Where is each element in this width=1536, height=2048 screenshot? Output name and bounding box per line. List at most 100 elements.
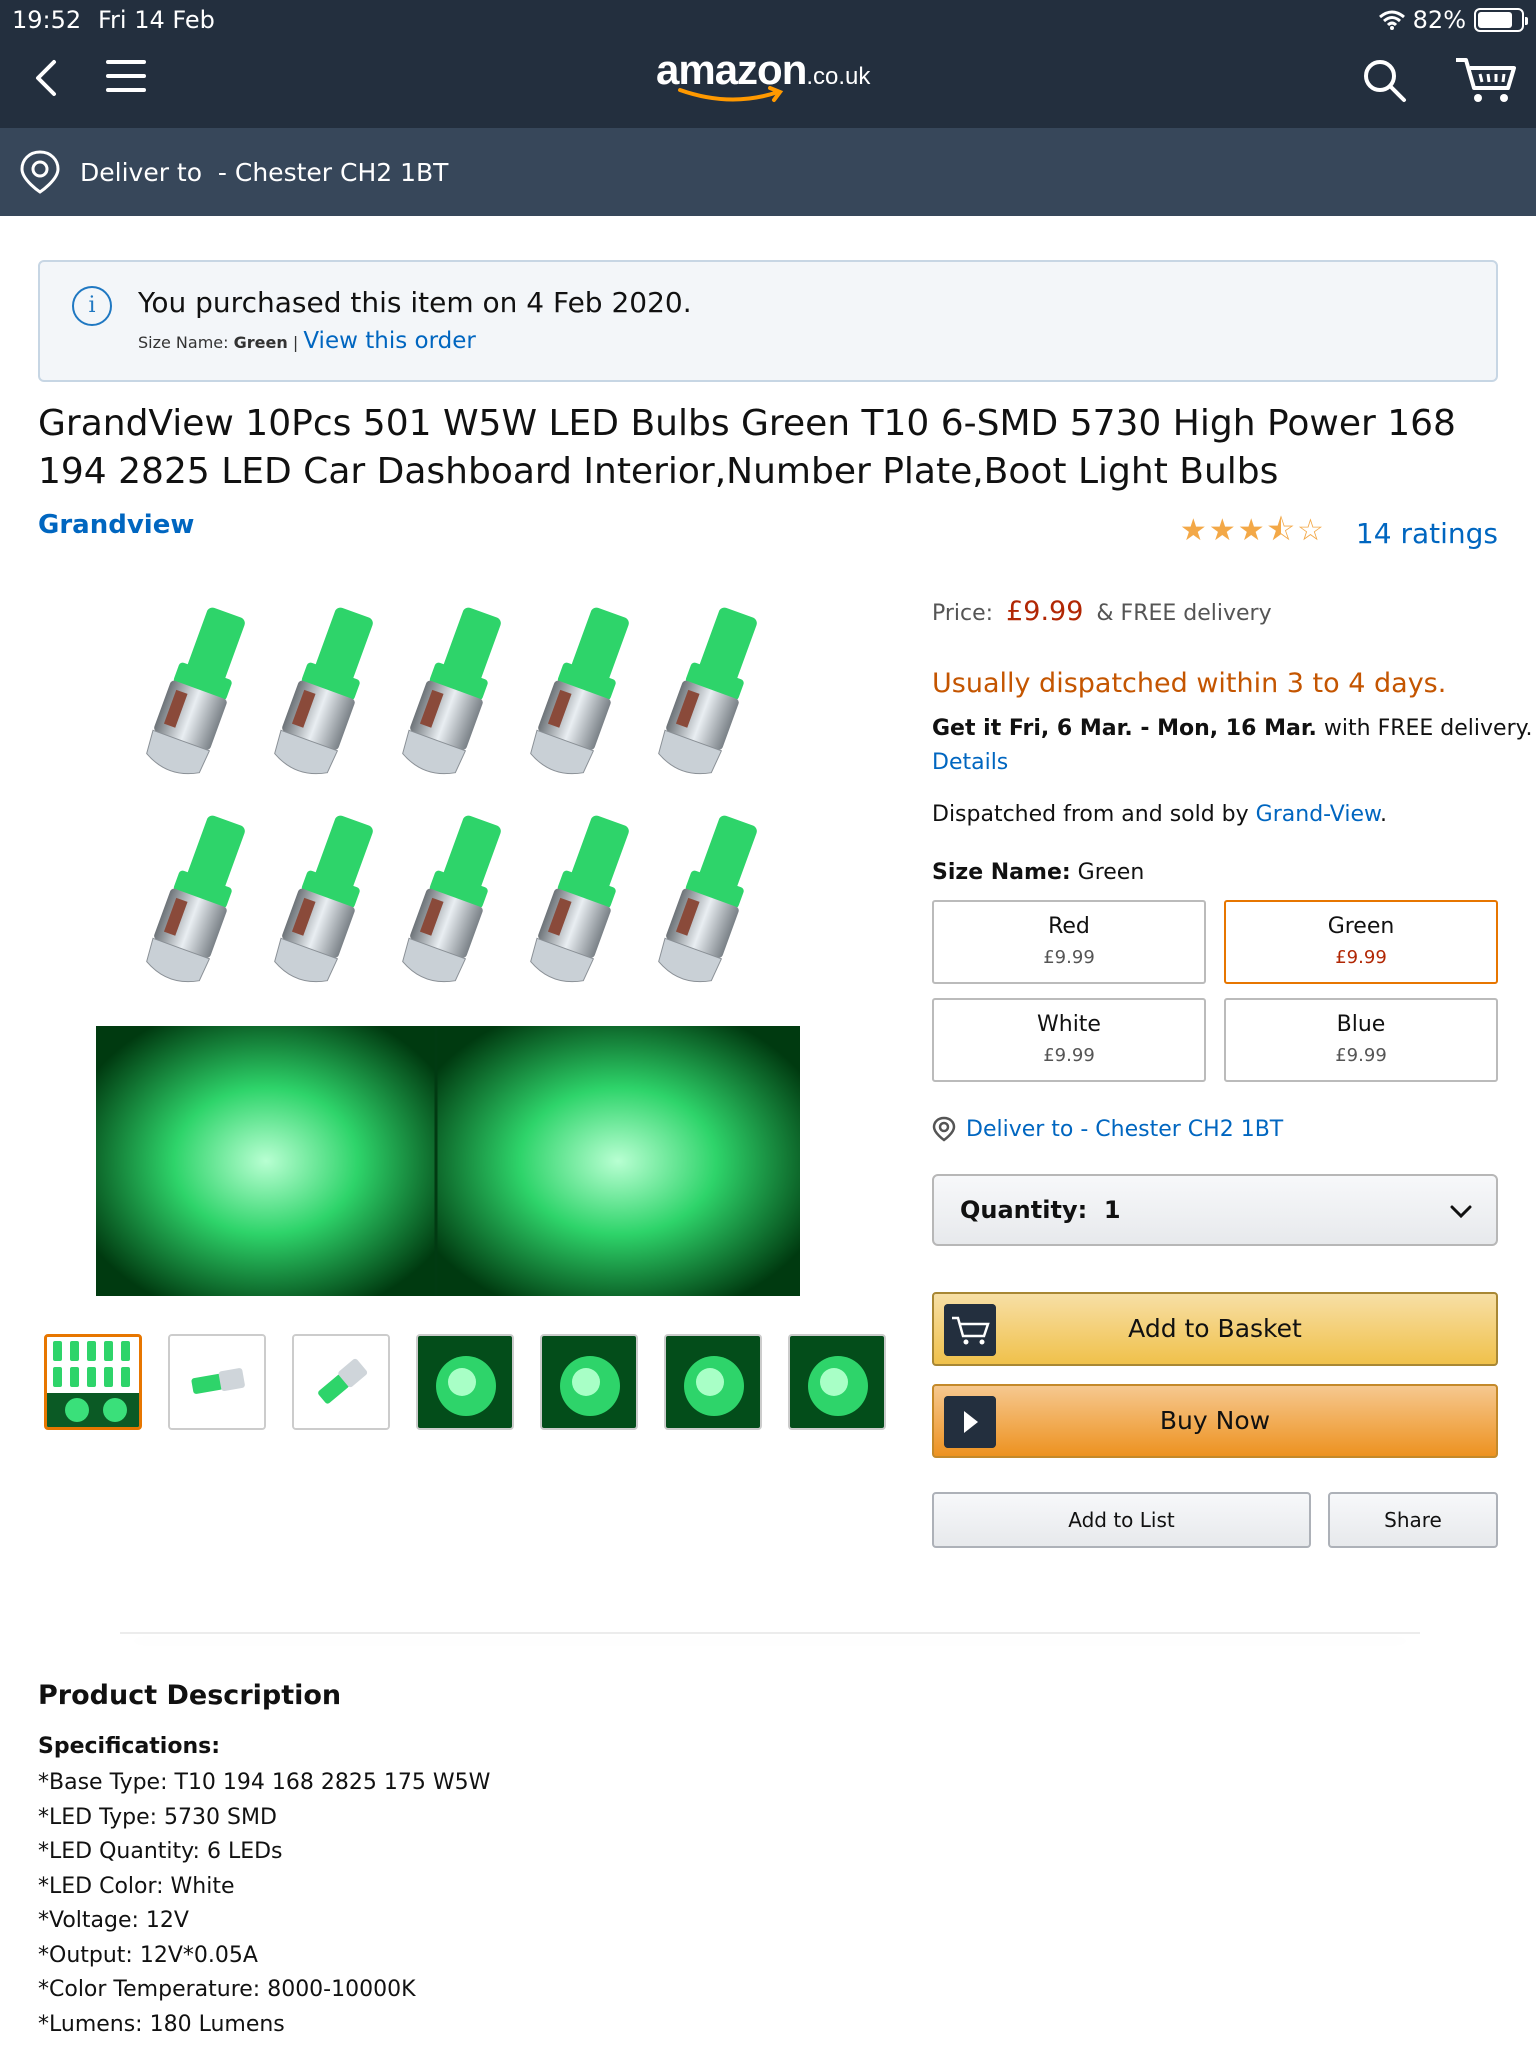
free-delivery-text: & FREE delivery [1096,601,1272,626]
location-pin-icon [932,1116,956,1142]
product-thumbnail[interactable] [540,1334,638,1430]
led-bulb [146,815,245,983]
deliver-to-text: Deliver to - Chester CH2 1BT [80,157,449,187]
add-to-basket-button[interactable]: Add to Basket [932,1292,1498,1366]
view-order-link[interactable]: View this order [303,328,476,354]
swatch-price: £9.99 [1043,1045,1095,1066]
spec-item: *Lumens: 180 Lumens [38,2011,285,2037]
quantity-dropdown[interactable]: Quantity: 1 [932,1174,1498,1246]
spec-item: *Color Temperature: 8000-10000K [38,1977,416,2002]
swatch-name: White [1037,1012,1101,1037]
dispatch-message: Usually dispatched within 3 to 4 days. [932,668,1447,699]
add-to-basket-label: Add to Basket [1128,1314,1302,1343]
amazon-logo[interactable]: amazon.co.uk [656,46,870,106]
main-product-image[interactable] [96,596,800,1300]
status-date: Fri 14 Feb [98,6,215,34]
deliver-to-bar[interactable]: Deliver to - Chester CH2 1BT [0,128,1536,216]
size-swatch-blue[interactable]: Blue £9.99 [1224,998,1498,1082]
details-link[interactable]: Details [932,750,1008,775]
notice-message: You purchased this item on 4 Feb 2020. [138,286,692,319]
purchase-notice: i You purchased this item on 4 Feb 2020.… [38,260,1498,382]
spec-item: *Base Type: T10 194 168 2825 175 W5W [38,1770,491,1795]
spec-item: *LED Quantity: 6 LEDs [38,1839,283,1864]
status-time: 19:52 [12,6,82,34]
back-arrow-icon[interactable] [28,56,68,100]
delivery-estimate: Get it Fri, 6 Mar. - Mon, 16 Mar. with F… [932,716,1533,741]
hamburger-menu-icon[interactable] [106,60,146,96]
buy-now-button[interactable]: Buy Now [932,1384,1498,1458]
led-bulb [658,607,757,775]
product-description-heading: Product Description [38,1680,342,1711]
seller-link[interactable]: Grand-View [1256,802,1380,827]
swatch-name: Green [1327,914,1395,939]
cart-icon [944,1304,996,1356]
share-button[interactable]: Share [1328,1492,1498,1548]
size-swatch-white[interactable]: White £9.99 [932,998,1206,1082]
size-name-value: Green [1070,860,1145,885]
product-thumbnail[interactable] [168,1334,266,1430]
buy-now-label: Buy Now [1159,1406,1271,1435]
quantity-label: Quantity: 1 [960,1196,1121,1224]
spec-item: *LED Type: 5730 SMD [38,1804,277,1830]
led-bulb [658,815,757,983]
product-thumbnail[interactable] [788,1334,886,1430]
thumbnail-strip [44,1334,886,1430]
product-title: GrandView 10Pcs 501 W5W LED Bulbs Green … [38,403,1456,492]
spec-item: *LED Color: White [38,1873,235,1899]
swatch-price: £9.99 [1335,947,1387,968]
led-bulb [530,607,629,775]
add-to-list-button[interactable]: Add to List [932,1492,1311,1548]
sold-by-prefix: Dispatched from and sold by [932,802,1256,827]
brand-link[interactable]: Grandview [38,510,194,540]
delivery-suffix: with FREE delivery. [1316,716,1533,741]
battery-percent: 82% [1412,6,1466,34]
ratings-count-link[interactable]: 14 ratings [1356,517,1498,550]
star-rating-icon: ★★★⯪☆ [1179,513,1326,548]
specifications-heading: Specifications: [38,1734,221,1759]
product-thumbnail[interactable] [416,1334,514,1430]
status-right: 82% [1378,6,1528,34]
wifi-icon [1378,10,1405,30]
product-thumbnail[interactable] [44,1334,142,1430]
price-value: £9.99 [1006,596,1084,627]
led-bulb [402,815,501,983]
swatch-name: Red [1048,914,1090,939]
search-icon[interactable] [1360,56,1408,104]
battery-icon [1474,8,1528,32]
notice-sub: Size Name: Green | View this order [138,328,476,354]
product-thumbnail[interactable] [664,1334,762,1430]
top-nav-bar: 19:52 Fri 14 Feb 82% amazon.co.uk [0,0,1536,128]
delivery-dates: Get it Fri, 6 Mar. - Mon, 16 Mar. [932,716,1317,741]
deliver-to-link-text: Deliver to - Chester CH2 1BT [966,1116,1284,1142]
sold-by-suffix: . [1380,802,1387,827]
size-name-label: Size Name: [932,860,1071,885]
spec-item: *Voltage: 12V [38,1908,189,1933]
size-swatch-red[interactable]: Red £9.99 [932,900,1206,984]
led-bulb [274,607,373,775]
info-icon: i [72,286,112,326]
spec-item: *Output: 12V*0.05A [38,1942,258,1968]
chevron-down-icon [1450,1205,1472,1219]
led-bulb [530,815,629,983]
price-line: Price: £9.99 & FREE delivery [932,596,1272,627]
size-swatch-green[interactable]: Green £9.99 [1224,900,1498,984]
swatch-price: £9.99 [1043,947,1095,968]
product-thumbnail[interactable] [292,1334,390,1430]
deliver-to-link[interactable]: Deliver to - Chester CH2 1BT [932,1116,1283,1142]
sold-by-line: Dispatched from and sold by Grand-View. [932,802,1387,827]
led-bulb [402,607,501,775]
notice-size-label: Size Name: [138,333,229,352]
cart-icon[interactable] [1454,54,1516,106]
swatch-name: Blue [1336,1012,1386,1037]
notice-separator: | [292,333,299,352]
swatch-price: £9.99 [1335,1045,1387,1066]
led-bulb [146,607,245,775]
location-pin-icon [20,150,60,194]
size-name-line: Size Name: Green [932,860,1144,885]
notice-size-value: Green [233,333,288,352]
specifications-list: *Base Type: T10 194 168 2825 175 W5W *LE… [38,1766,490,2042]
play-icon [944,1396,996,1448]
logo-smile-icon [678,86,784,102]
rating-summary[interactable]: ★★★⯪☆ 14 ratings [1180,508,1498,559]
price-label: Price: [932,601,994,626]
